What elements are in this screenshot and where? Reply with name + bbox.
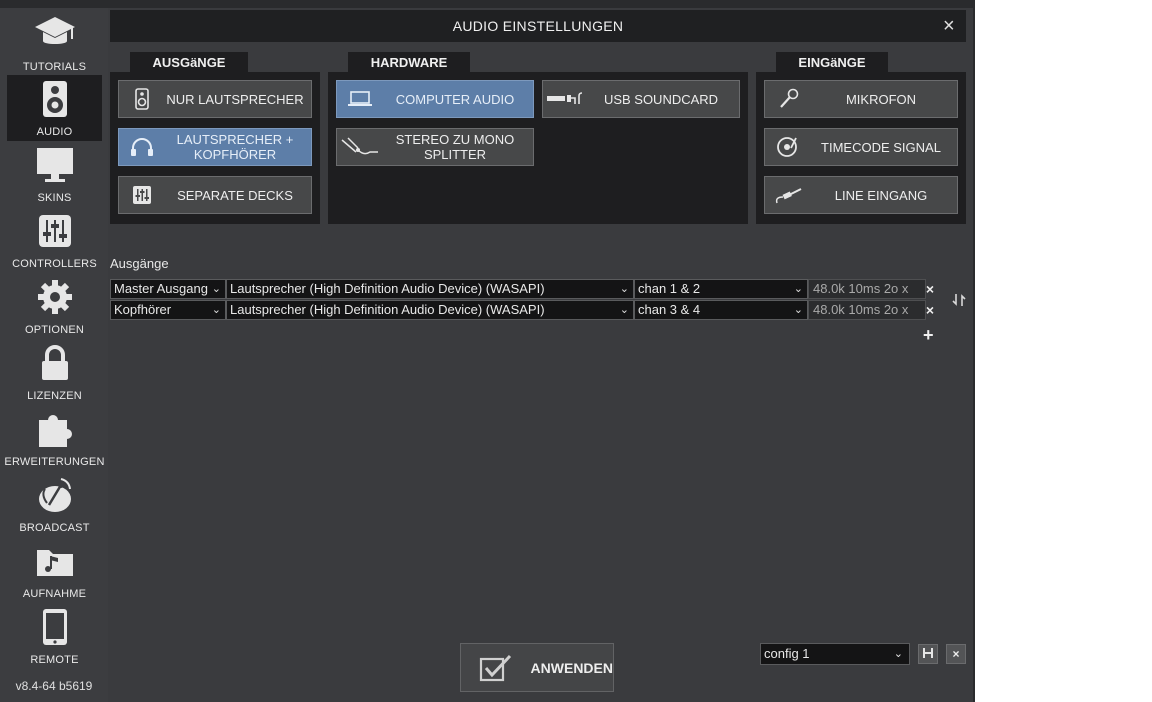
computer-audio-button[interactable]: COMPUTER AUDIO	[336, 80, 534, 118]
sidebar-item-erweiterungen[interactable]: ERWEITERUNGEN	[4, 405, 104, 471]
save-config-button[interactable]	[918, 644, 938, 664]
splitter-cable-icon	[337, 136, 383, 158]
timecode-signal-button[interactable]: TIMECODE SIGNAL	[764, 128, 958, 166]
output-select[interactable]: Master Ausgang ⌄	[110, 279, 226, 299]
sliders-icon	[7, 211, 102, 251]
mikrofon-button[interactable]: MIKROFON	[764, 80, 958, 118]
separate-decks-button[interactable]: SEPARATE DECKS	[118, 176, 312, 214]
sidebar-item-label: BROADCAST	[19, 522, 90, 534]
phone-icon	[7, 607, 102, 647]
mixer-icon	[119, 185, 165, 205]
sidebar-item-label: AUDIO	[36, 126, 73, 138]
chevron-down-icon: ⌄	[619, 283, 629, 295]
device-select[interactable]: Lautsprecher (High Definition Audio Devi…	[226, 279, 634, 299]
jack-cable-icon	[765, 185, 811, 205]
dialog-title: AUDIO EINSTELLUNGEN	[452, 18, 624, 34]
add-output-button[interactable]: +	[923, 325, 934, 346]
sidebar-item-optionen[interactable]: OPTIONEN	[7, 273, 102, 339]
usb-soundcard-button[interactable]: USB SOUNDCARD	[542, 80, 740, 118]
tab-eingaenge: EINGäNGE	[776, 52, 888, 72]
sidebar-item-label: OPTIONEN	[24, 324, 85, 336]
window-edge	[973, 0, 975, 702]
sidebar-item-skins[interactable]: SKINS	[7, 141, 102, 207]
sidebar-item-tutorials[interactable]: TUTORIALS	[7, 10, 102, 76]
version-label: v8.4-64 b5619	[15, 679, 93, 693]
chevron-down-icon: ⌄	[211, 283, 221, 295]
anwenden-button[interactable]: ANWENDEN	[460, 643, 614, 692]
sidebar-item-label: TUTORIALS	[22, 61, 87, 73]
device-info: 48.0k 10ms 2o x	[808, 279, 926, 299]
sidebar-item-remote[interactable]: REMOTE	[7, 603, 102, 669]
checkbox-check-icon	[461, 654, 531, 682]
floppy-disk-icon	[922, 647, 934, 662]
usb-cable-icon	[543, 91, 589, 107]
tab-ausgaenge: AUSGäNGE	[130, 52, 248, 72]
channel-select[interactable]: chan 3 & 4 ⌄	[634, 300, 808, 320]
sidebar: TUTORIALS AUDIO SKINS CONTROLLERS OPTION…	[0, 8, 108, 702]
chevron-down-icon: ⌄	[793, 283, 803, 295]
chevron-down-icon: ⌄	[619, 304, 629, 316]
music-folder-icon	[7, 541, 102, 581]
app-window: TUTORIALS AUDIO SKINS CONTROLLERS OPTION…	[0, 0, 975, 702]
satellite-dish-icon	[7, 475, 102, 515]
sidebar-item-label: LIZENZEN	[27, 390, 82, 402]
device-select[interactable]: Lautsprecher (High Definition Audio Devi…	[226, 300, 634, 320]
sidebar-item-label: SKINS	[37, 192, 72, 204]
delete-config-button[interactable]: ×	[946, 644, 966, 664]
remove-row-button[interactable]: ×	[923, 282, 937, 296]
sidebar-item-aufnahme[interactable]: AUFNAHME	[7, 537, 102, 603]
lock-icon	[7, 343, 102, 383]
gear-icon	[7, 277, 102, 317]
chevron-down-icon: ⌄	[211, 304, 221, 316]
puzzle-icon	[7, 409, 102, 449]
sidebar-item-lizenzen[interactable]: LIZENZEN	[7, 339, 102, 405]
line-eingang-button[interactable]: LINE EINGANG	[764, 176, 958, 214]
remove-row-button[interactable]: ×	[923, 303, 937, 317]
swap-rows-icon[interactable]	[952, 292, 966, 311]
sidebar-item-broadcast[interactable]: BROADCAST	[7, 471, 102, 537]
sidebar-item-label: CONTROLLERS	[12, 258, 97, 270]
output-select[interactable]: Kopfhörer ⌄	[110, 300, 226, 320]
audio-settings-panel: AUDIO EINSTELLUNGEN × AUSGäNGE NUR LAUTS…	[108, 8, 968, 702]
microphone-icon	[765, 88, 811, 110]
config-select[interactable]: config 1 ⌄	[760, 643, 910, 665]
sidebar-item-label: REMOTE	[30, 654, 79, 666]
lautsprecher-kopfhoerer-button[interactable]: LAUTSPRECHER + KOPFHÖRER	[118, 128, 312, 166]
outputs-section-label: Ausgänge	[110, 256, 169, 271]
sidebar-item-label: AUFNAHME	[22, 588, 87, 600]
headphones-icon	[119, 137, 165, 157]
speaker-icon	[7, 79, 102, 119]
channel-select[interactable]: chan 1 & 2 ⌄	[634, 279, 808, 299]
tab-hardware: HARDWARE	[348, 52, 470, 72]
top-strip	[0, 0, 975, 8]
stereo-mono-splitter-button[interactable]: STEREO ZU MONO SPLITTER	[336, 128, 534, 166]
chevron-down-icon: ⌄	[793, 304, 803, 316]
graduation-cap-icon	[7, 14, 102, 54]
turntable-icon	[765, 136, 811, 158]
sidebar-item-audio[interactable]: AUDIO	[7, 75, 102, 141]
laptop-icon	[337, 90, 383, 108]
monitor-icon	[7, 145, 102, 185]
dialog-titlebar: AUDIO EINSTELLUNGEN ×	[110, 10, 966, 42]
sidebar-item-label: ERWEITERUNGEN	[4, 456, 105, 468]
speaker-icon	[119, 88, 165, 110]
nur-lautsprecher-button[interactable]: NUR LAUTSPRECHER	[118, 80, 312, 118]
chevron-down-icon: ⌄	[893, 648, 903, 660]
close-button[interactable]: ×	[938, 15, 960, 37]
device-info: 48.0k 10ms 2o x	[808, 300, 926, 320]
sidebar-item-controllers[interactable]: CONTROLLERS	[7, 207, 102, 273]
